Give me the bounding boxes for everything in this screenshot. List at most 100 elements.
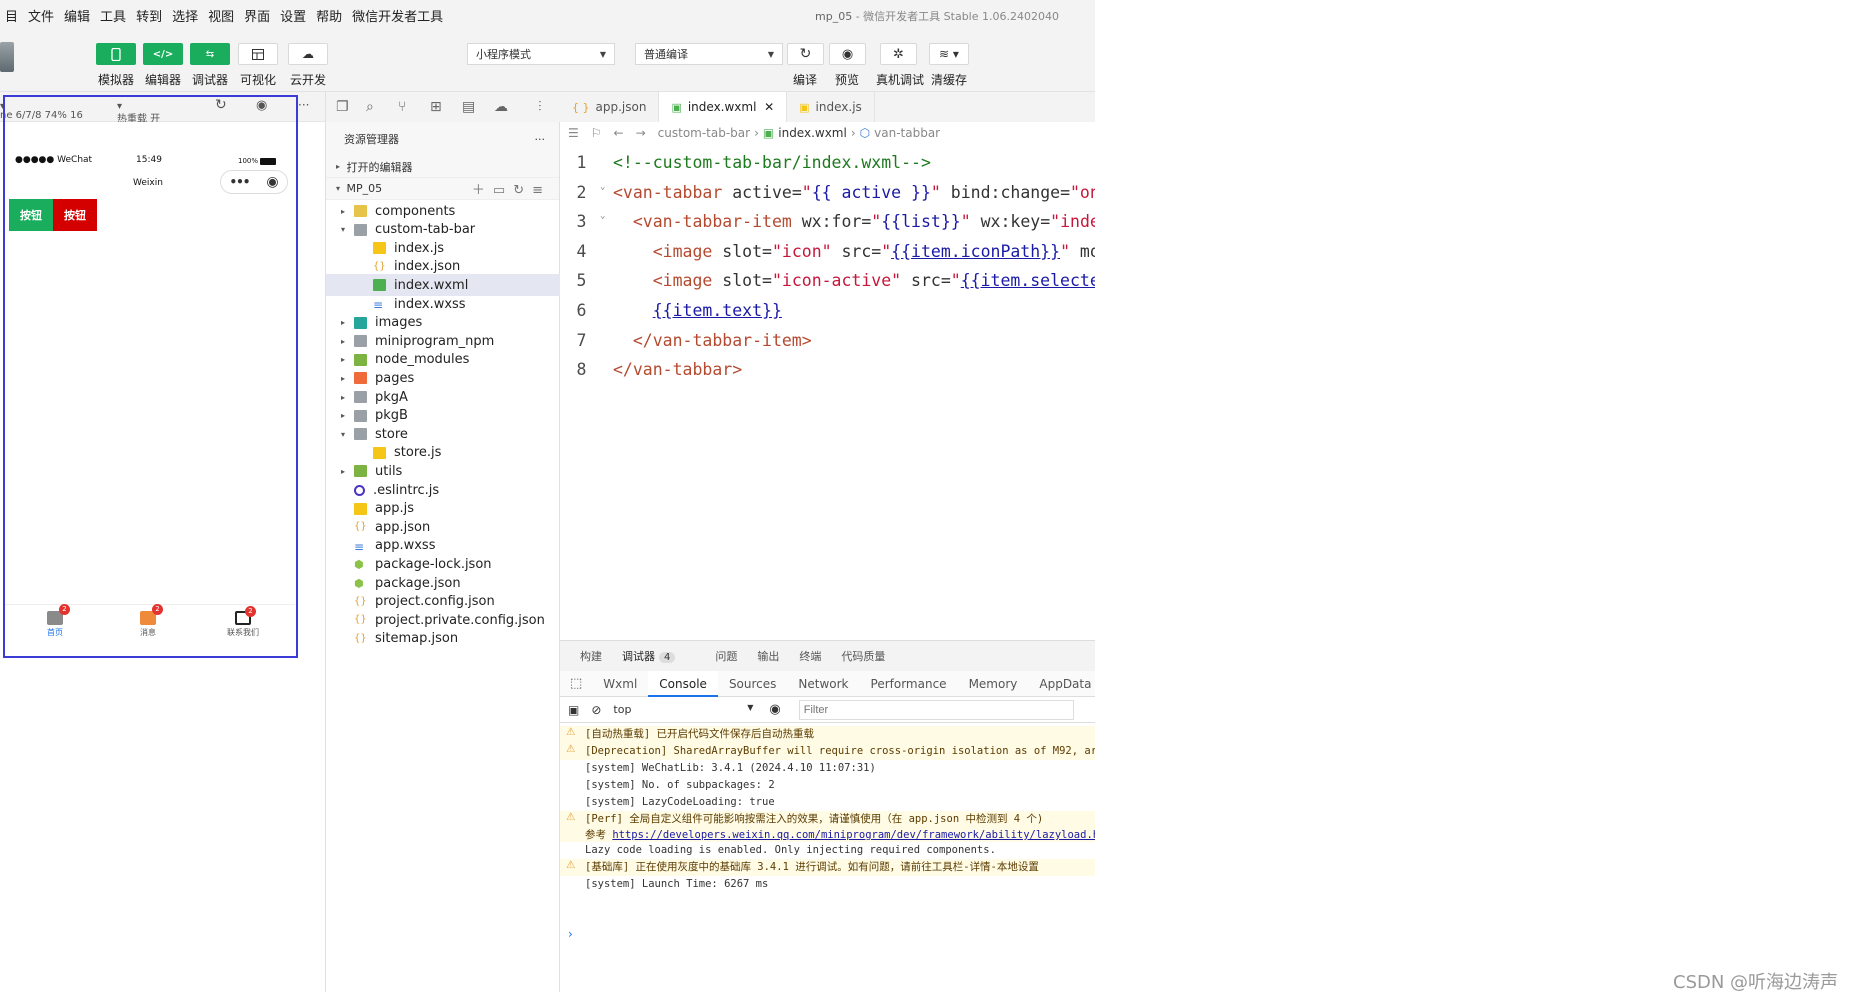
more-icon[interactable]: ···: [298, 98, 309, 112]
source-control-icon[interactable]: ⑂: [398, 99, 406, 115]
fold-chevron-icon[interactable]: ⌄: [600, 182, 605, 192]
fold-chevron-icon[interactable]: ⌄: [600, 211, 605, 221]
console-toolbar: ▣ ⊘ top ▼ ◉: [560, 697, 1095, 723]
sidebar-toggle-icon[interactable]: ▣: [568, 703, 579, 717]
panel-tab[interactable]: 终端: [799, 648, 821, 664]
project-section[interactable]: ▾ MP_05 ＋▭↻≡: [326, 178, 559, 200]
remote-debug-label: 真机调试: [875, 73, 924, 87]
folder-icon: [354, 205, 367, 217]
close-circle-icon[interactable]: ◉: [266, 174, 278, 190]
breadcrumb-symbol[interactable]: van-tabbar: [874, 126, 940, 140]
npm-file-icon: ⬢: [354, 558, 364, 572]
menu-capsule[interactable]: ••• ◉: [220, 170, 288, 194]
panel-tab[interactable]: 调试器 4: [622, 648, 695, 664]
devtools-tab[interactable]: Sources: [718, 671, 787, 697]
debugger-toggle-button[interactable]: ⇆: [190, 43, 230, 65]
devtools-tab[interactable]: AppData: [1028, 671, 1102, 697]
menu-item[interactable]: 帮助: [311, 6, 347, 25]
editor-toggle-button[interactable]: </>: [143, 43, 183, 65]
tab-app-json[interactable]: { } app.json: [560, 92, 660, 122]
close-icon[interactable]: ✕: [764, 100, 774, 114]
eye-icon[interactable]: ◉: [769, 702, 780, 717]
panel-tab[interactable]: 代码质量: [841, 648, 885, 664]
clear-console-icon[interactable]: ⊘: [591, 703, 601, 717]
refresh-icon[interactable]: ↻: [215, 97, 227, 113]
breadcrumb-folder[interactable]: custom-tab-bar: [658, 126, 750, 140]
breadcrumb-file[interactable]: index.wxml: [778, 126, 847, 140]
explorer-actions[interactable]: ＋▭↻≡: [472, 179, 551, 198]
hot-reload-toggle[interactable]: 热重载 开 ▾: [117, 101, 160, 125]
clear-cache-label: 清缓存: [930, 73, 967, 87]
tab-index-wxml[interactable]: ▣ index.wxml ✕: [659, 92, 788, 122]
cloud-dev-button[interactable]: ☁: [288, 43, 328, 65]
console-message: Lazy code loading is enabled. Only injec…: [585, 844, 996, 856]
panel-tab[interactable]: 问题: [715, 648, 737, 664]
devtools-tab[interactable]: Performance: [860, 671, 958, 697]
preview-button[interactable]: ◉: [829, 43, 866, 65]
remote-debug-button[interactable]: ✲: [880, 43, 917, 65]
tree-item-label: app.js: [375, 501, 414, 517]
tree-item-label: images: [375, 315, 423, 331]
warn-button[interactable]: 按钮: [53, 199, 97, 231]
outline-icon[interactable]: ▤: [462, 99, 475, 115]
inspect-icon[interactable]: ⬚: [560, 671, 592, 697]
console-prompt[interactable]: ›: [568, 927, 573, 941]
folder-icon: [354, 465, 367, 478]
tab-index-js[interactable]: ▣ index.js: [787, 92, 875, 122]
more-dots-icon[interactable]: •••: [229, 175, 250, 189]
menu-item[interactable]: 转到: [131, 6, 167, 25]
stop-icon[interactable]: ◉: [256, 98, 267, 113]
code-line: 8 </van-tabbar>: [560, 352, 1095, 387]
menu-item[interactable]: 视图: [203, 6, 239, 25]
extensions-icon[interactable]: ⊞: [430, 99, 442, 115]
menu-item[interactable]: 设置: [275, 6, 311, 25]
line-number: 8: [576, 360, 587, 380]
panel-tab[interactable]: 构建: [580, 648, 602, 664]
panel-tab[interactable]: 输出: [757, 648, 779, 664]
devtools-tab[interactable]: Wxml: [592, 671, 648, 697]
files-icon[interactable]: ❐: [336, 99, 349, 115]
menu-item[interactable]: 界面: [239, 6, 275, 25]
code-editor[interactable]: 1 <!--custom-tab-bar/index.wxml--> 2 <van-t…: [560, 144, 1095, 634]
menu-item[interactable]: 微信开发者工具: [347, 6, 448, 25]
tree-item-label: sitemap.json: [375, 631, 459, 647]
docker-icon[interactable]: ☁: [494, 99, 508, 115]
devtools-tab[interactable]: Console: [648, 670, 718, 697]
tree-item-label: pages: [375, 370, 415, 386]
clear-cache-button[interactable]: ≋ ▾: [929, 43, 969, 65]
menu-item[interactable]: 选择: [167, 6, 203, 25]
visual-toggle-button[interactable]: [238, 43, 278, 65]
simulator-toggle-button[interactable]: [96, 43, 136, 65]
menu-item[interactable]: 文件: [23, 6, 59, 25]
tab-contact[interactable]: 2 联系我们: [213, 606, 273, 638]
primary-button[interactable]: 按钮: [9, 199, 53, 231]
bookmark-icon[interactable]: ⚐: [591, 126, 602, 140]
devtools-tab[interactable]: Memory: [958, 671, 1029, 697]
console-warning: ⚠ [基础库] 正在使用灰度中的基础库 3.4.1 进行调试。如有问题，请前往工具…: [560, 859, 1095, 876]
doc-link[interactable]: https://developers.weixin.qq.com/minipro…: [612, 829, 1095, 841]
mode-select[interactable]: 小程序模式 ▼: [467, 43, 615, 65]
nav-title: Weixin: [133, 178, 163, 188]
menu-item[interactable]: 工具: [95, 6, 131, 25]
open-editors-section[interactable]: ▸ 打开的编辑器: [326, 156, 559, 178]
tab-messages[interactable]: 2 消息: [118, 604, 178, 638]
tree-item-label: utils: [375, 463, 403, 479]
compile-button[interactable]: ↻: [787, 43, 824, 65]
split-icon[interactable]: ⫶: [538, 99, 542, 115]
forward-arrow-icon[interactable]: →: [636, 126, 646, 140]
tab-home[interactable]: 2 首页: [25, 604, 85, 638]
compile-select[interactable]: 普通编译 ▼: [635, 43, 783, 65]
console-filter-input[interactable]: [798, 699, 1074, 720]
list-icon[interactable]: ☰: [568, 126, 579, 140]
menu-item[interactable]: 编辑: [59, 6, 95, 25]
explorer-more-icon[interactable]: ···: [535, 133, 546, 146]
device-select[interactable]: ne 6/7/8 74% 16 ▾: [0, 101, 83, 121]
search-icon[interactable]: ⌕: [366, 99, 374, 115]
devtools-tab[interactable]: Network: [787, 671, 859, 697]
back-arrow-icon[interactable]: ←: [614, 126, 624, 140]
context-select[interactable]: top ▼: [613, 703, 753, 716]
avatar[interactable]: [0, 42, 14, 72]
warning-icon: ⚠: [566, 859, 576, 871]
tree-file[interactable]: {} sitemap.json: [326, 628, 560, 650]
menu-item[interactable]: 目: [0, 6, 23, 25]
